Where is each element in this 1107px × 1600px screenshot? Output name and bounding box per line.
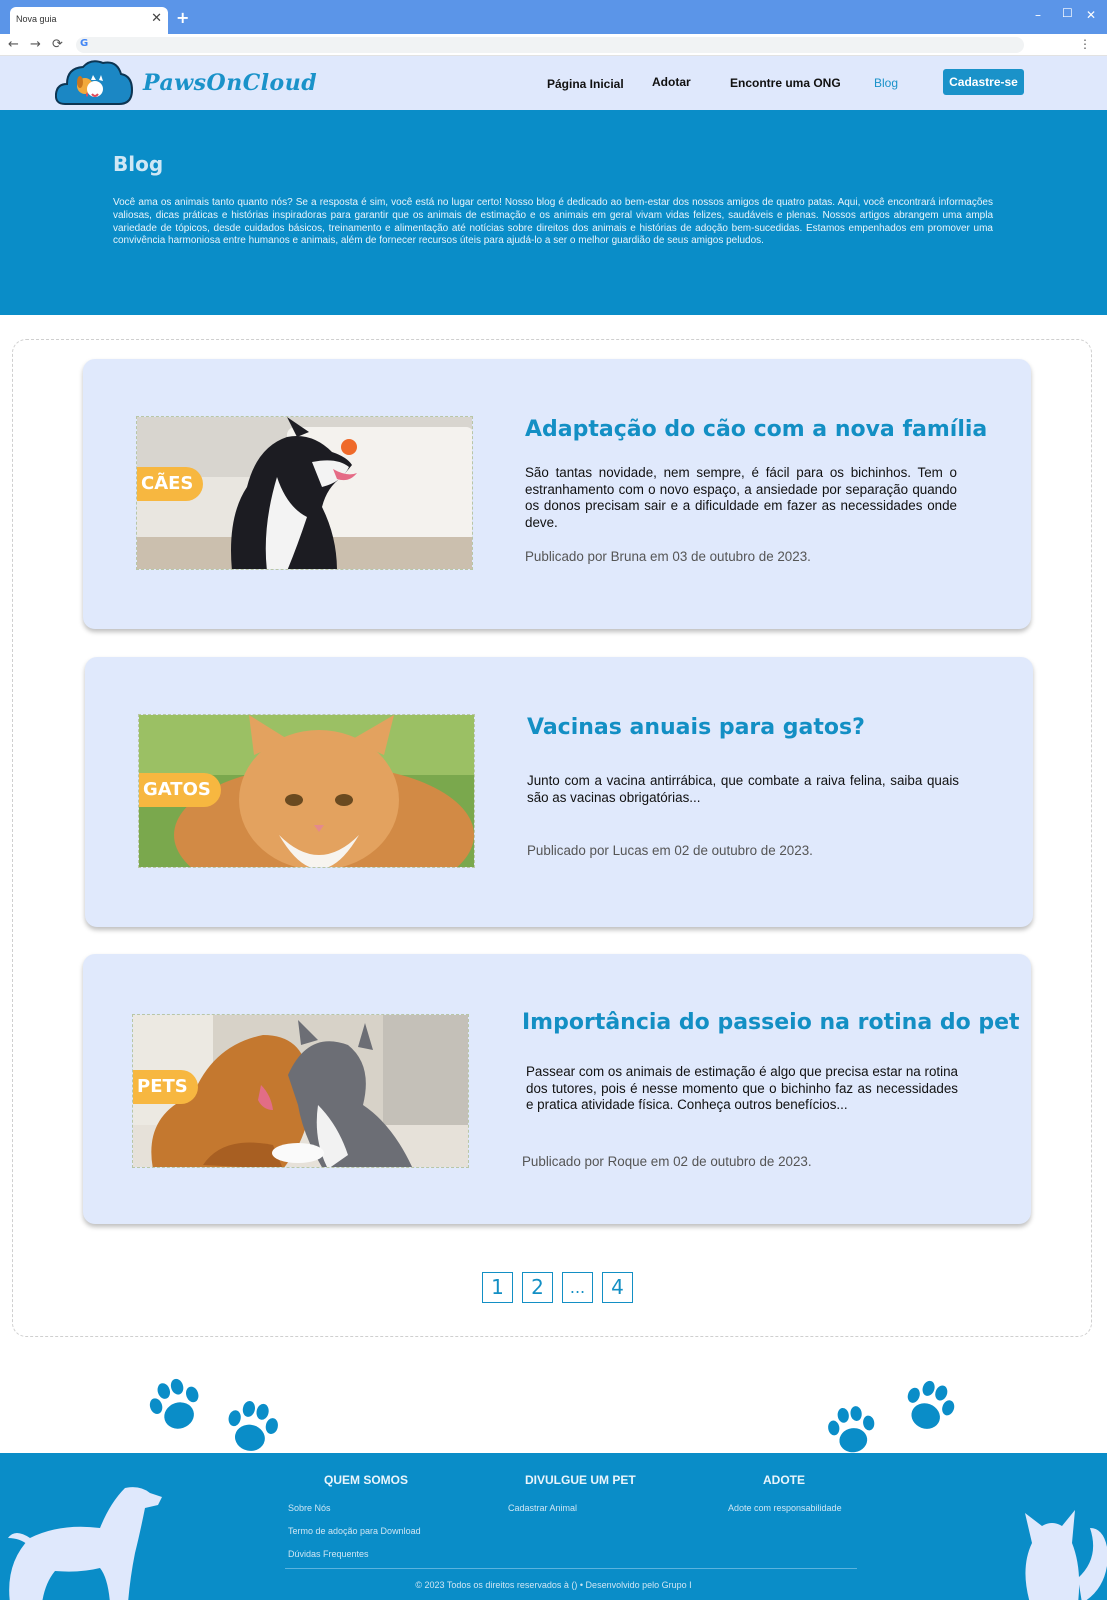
logo-cloud-icon[interactable] bbox=[55, 58, 133, 108]
maximize-icon[interactable]: ☐ bbox=[1062, 6, 1073, 20]
reload-icon[interactable]: ⟳ bbox=[52, 37, 63, 52]
browser-tab-strip: Nova guia ✕ + – ☐ ✕ bbox=[0, 0, 1107, 34]
post-image-pets[interactable]: PETS bbox=[132, 1014, 469, 1168]
address-bar[interactable]: G bbox=[76, 37, 1024, 53]
post-card[interactable]: GATOS Vacinas anuais para gatos? Junto c… bbox=[85, 657, 1033, 927]
minimize-icon[interactable]: – bbox=[1035, 8, 1041, 22]
footer-link-register-animal[interactable]: Cadastrar Animal bbox=[508, 1503, 577, 1513]
paw-icon bbox=[907, 1380, 955, 1429]
category-badge[interactable]: PETS bbox=[133, 1070, 198, 1104]
browser-toolbar: ← → ⟳ G ⋮ bbox=[0, 34, 1107, 56]
copyright-text: © 2023 Todos os direitos reservados à ()… bbox=[415, 1580, 692, 1590]
footer-link-faq[interactable]: Dúvidas Frequentes bbox=[288, 1549, 369, 1559]
post-title[interactable]: Adaptação do cão com a nova família bbox=[525, 417, 987, 442]
post-image-dog[interactable]: CÃES bbox=[136, 416, 473, 570]
nav-blog[interactable]: Blog bbox=[874, 76, 898, 90]
browser-tab[interactable]: Nova guia ✕ bbox=[10, 7, 168, 34]
blog-intro: Você ama os animais tanto quanto nós? Se… bbox=[113, 197, 993, 247]
paw-icon bbox=[149, 1378, 199, 1429]
footer-link-adoption-term[interactable]: Termo de adoção para Download bbox=[288, 1526, 421, 1536]
google-icon: G bbox=[80, 38, 89, 49]
post-title[interactable]: Vacinas anuais para gatos? bbox=[527, 715, 865, 740]
page-ellipsis: ... bbox=[562, 1272, 593, 1303]
post-title[interactable]: Importância do passeio na rotina do pet bbox=[522, 1010, 1020, 1035]
post-card[interactable]: PETS Importância do passeio na rotina do… bbox=[83, 954, 1031, 1224]
nav-find-ngo[interactable]: Encontre uma ONG bbox=[730, 76, 841, 90]
forward-icon[interactable]: → bbox=[30, 37, 41, 52]
logo-text[interactable]: PawsOnCloud bbox=[143, 70, 317, 96]
tab-title: Nova guia bbox=[16, 14, 57, 24]
close-window-icon[interactable]: ✕ bbox=[1086, 8, 1096, 22]
site-footer: QUEM SOMOS Sobre Nós Termo de adoção par… bbox=[0, 1453, 1107, 1600]
back-icon[interactable]: ← bbox=[8, 37, 19, 52]
footer-link-about-us[interactable]: Sobre Nós bbox=[288, 1503, 331, 1513]
page-title: Blog bbox=[113, 152, 164, 176]
post-meta: Publicado por Roque em 02 de outubro de … bbox=[522, 1154, 812, 1169]
post-meta: Publicado por Bruna em 03 de outubro de … bbox=[525, 549, 811, 564]
post-excerpt: Passear com os animais de estimação é al… bbox=[526, 1064, 958, 1112]
blog-hero: Blog Você ama os animais tanto quanto nó… bbox=[0, 110, 1107, 315]
paw-icon bbox=[828, 1406, 875, 1453]
page-2-button[interactable]: 2 bbox=[522, 1272, 553, 1303]
footer-heading-about: QUEM SOMOS bbox=[324, 1473, 409, 1487]
paw-icon bbox=[228, 1401, 278, 1451]
close-tab-icon[interactable]: ✕ bbox=[151, 11, 162, 26]
page-4-button[interactable]: 4 bbox=[602, 1272, 633, 1303]
category-badge[interactable]: CÃES bbox=[137, 467, 204, 501]
category-badge[interactable]: GATOS bbox=[139, 773, 221, 807]
post-image-cat[interactable]: GATOS bbox=[138, 714, 475, 868]
new-tab-icon[interactable]: + bbox=[176, 8, 189, 27]
footer-link-adopt-responsibly[interactable]: Adote com responsabilidade bbox=[728, 1503, 842, 1513]
footer-heading-adopt: ADOTE bbox=[763, 1473, 805, 1487]
site-header: PawsOnCloud Página Inicial Adotar Encont… bbox=[0, 56, 1107, 110]
signup-button[interactable]: Cadastre-se bbox=[943, 69, 1024, 95]
post-excerpt: Junto com a vacina antirrábica, que comb… bbox=[527, 773, 959, 805]
page-1-button[interactable]: 1 bbox=[482, 1272, 513, 1303]
nav-adopt[interactable]: Adotar bbox=[652, 75, 691, 89]
post-card[interactable]: CÃES Adaptação do cão com a nova família… bbox=[83, 359, 1031, 629]
nav-home[interactable]: Página Inicial bbox=[547, 77, 624, 91]
browser-menu-icon[interactable]: ⋮ bbox=[1079, 37, 1091, 51]
footer-divider bbox=[285, 1568, 857, 1569]
post-meta: Publicado por Lucas em 02 de outubro de … bbox=[527, 843, 813, 858]
post-excerpt: São tantas novidade, nem sempre, é fácil… bbox=[525, 465, 957, 530]
footer-heading-share-pet: DIVULGUE UM PET bbox=[525, 1473, 636, 1487]
